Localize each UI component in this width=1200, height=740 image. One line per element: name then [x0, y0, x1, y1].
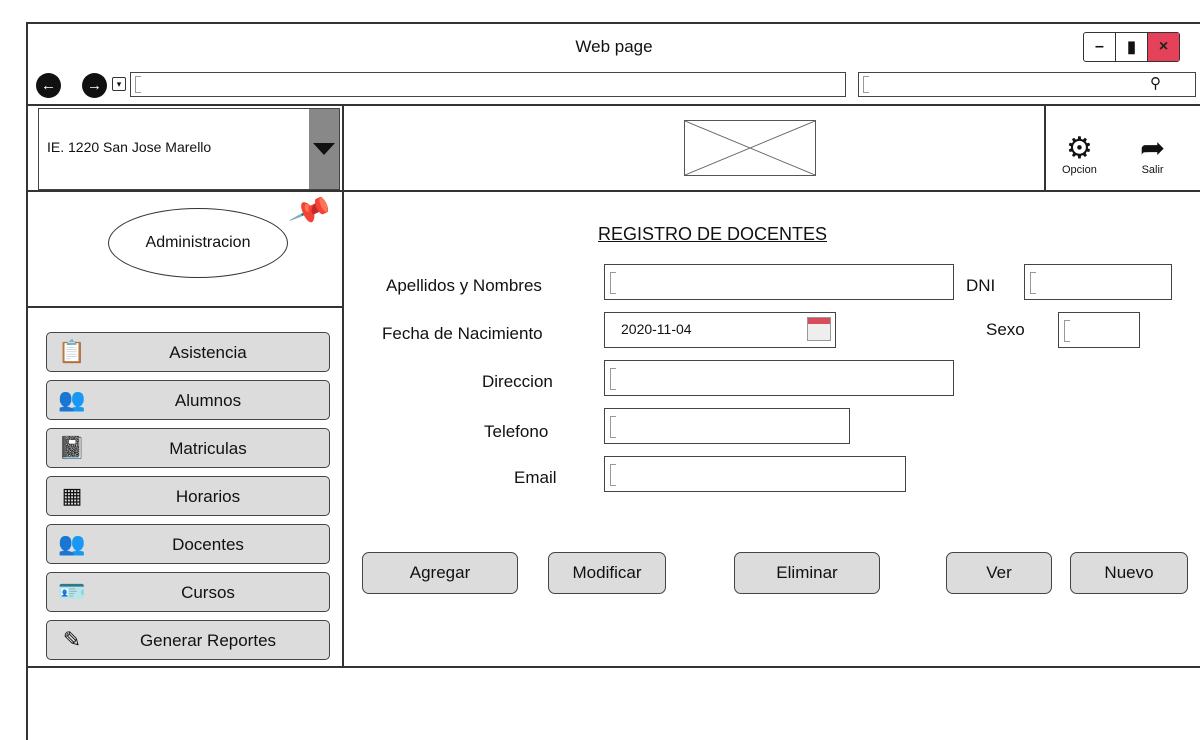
pin-icon[interactable]: 📌 — [287, 189, 334, 235]
sidebar-item-label: Cursos — [181, 583, 235, 602]
text-caret-icon — [1030, 272, 1036, 294]
nombres-label: Apellidos y Nombres — [386, 276, 542, 295]
search-input[interactable]: ⚲ — [858, 72, 1196, 97]
text-caret-icon — [135, 76, 141, 93]
header-divider — [1044, 104, 1046, 190]
minimize-button[interactable]: – — [1084, 33, 1116, 61]
telefono-input[interactable] — [604, 408, 850, 444]
email-input[interactable] — [604, 456, 906, 492]
school-select[interactable]: IE. 1220 San Jose Marello — [38, 108, 340, 190]
divider — [28, 306, 342, 308]
restore-button[interactable]: ▮ — [1116, 33, 1148, 61]
dni-label: DNI — [966, 276, 996, 295]
sidebar-item-label: Matriculas — [169, 439, 247, 458]
sidebar-item-docentes[interactable]: 👥 Docentes — [46, 524, 330, 564]
image-placeholder — [684, 120, 816, 176]
sidebar-item-label: Generar Reportes — [139, 631, 277, 650]
users-group-icon: 👥 — [58, 387, 86, 412]
fecha-label: Fecha de Nacimiento — [382, 324, 543, 343]
notebook-icon: 📓 — [58, 435, 86, 460]
sidebar-item-alumnos[interactable]: 👥 Alumnos — [46, 380, 330, 420]
divider — [28, 190, 1200, 192]
sidebar-item-matriculas[interactable]: 📓 Matriculas — [46, 428, 330, 468]
sidebar-item-horarios[interactable]: ▦ Horarios — [46, 476, 330, 516]
history-dropdown-icon[interactable]: ▾ — [112, 77, 126, 91]
clipboard-icon: 📋 — [58, 339, 86, 364]
dni-input[interactable] — [1024, 264, 1172, 300]
opcion-label: Opcion — [1062, 164, 1097, 176]
direccion-input[interactable] — [604, 360, 954, 396]
sexo-input[interactable] — [1058, 312, 1140, 348]
window-controls: – ▮ × — [1083, 32, 1180, 62]
gear-icon: ⚙ — [1065, 132, 1093, 165]
sidebar-item-label: Alumnos — [174, 391, 242, 410]
address-bar: ← → ▾ ⚲ — [28, 70, 1200, 102]
fecha-date-picker[interactable]: 2020-11-04 — [604, 312, 836, 348]
divider — [28, 666, 1200, 668]
modificar-button[interactable]: Modificar — [548, 552, 666, 594]
admin-section-label: Administracion — [108, 208, 288, 278]
telefono-label: Telefono — [484, 422, 549, 441]
sidebar-item-generar-reportes[interactable]: ✎ Generar Reportes — [46, 620, 330, 660]
text-caret-icon — [610, 368, 616, 390]
table-icon: ▦ — [61, 483, 83, 508]
close-button[interactable]: × — [1148, 33, 1179, 61]
eliminar-button[interactable]: Eliminar — [734, 552, 880, 594]
nombres-input[interactable] — [604, 264, 954, 300]
ver-button[interactable]: Ver — [946, 552, 1052, 594]
sidebar-item-label: Docentes — [172, 535, 244, 554]
school-select-value: IE. 1220 San Jose Marello — [47, 139, 212, 155]
email-label: Email — [514, 468, 557, 487]
teachers-icon: 👥 — [58, 531, 86, 556]
browser-window: Web page – ▮ × ← → ▾ ⚲ IE. 1220 San Jose… — [26, 22, 1200, 740]
text-caret-icon — [610, 272, 616, 294]
salir-button[interactable]: ➦ Salir — [1140, 132, 1166, 177]
calendar-icon[interactable] — [807, 317, 831, 341]
sexo-label: Sexo — [986, 320, 1025, 339]
window-title: Web page — [575, 37, 653, 56]
agregar-button[interactable]: Agregar — [362, 552, 518, 594]
search-icon[interactable]: ⚲ — [1150, 74, 1161, 92]
back-icon[interactable]: ← — [36, 73, 61, 98]
sidebar-item-cursos[interactable]: 🪪 Cursos — [46, 572, 330, 612]
forward-icon[interactable]: → — [82, 73, 107, 98]
sidebar-item-label: Horarios — [175, 487, 241, 506]
chevron-down-icon[interactable] — [309, 109, 339, 189]
sidebar-item-asistencia[interactable]: 📋 Asistencia — [46, 332, 330, 372]
share-exit-icon: ➦ — [1140, 132, 1166, 165]
text-caret-icon — [863, 76, 869, 93]
salir-label: Salir — [1141, 164, 1164, 176]
divider — [28, 104, 1200, 106]
title-bar: Web page – ▮ × — [28, 24, 1200, 70]
edit-report-icon: ✎ — [62, 627, 82, 652]
form-title: REGISTRO DE DOCENTES — [598, 224, 828, 244]
direccion-label: Direccion — [482, 372, 553, 391]
text-caret-icon — [610, 464, 616, 486]
nuevo-button[interactable]: Nuevo — [1070, 552, 1188, 594]
fecha-value: 2020-11-04 — [621, 321, 692, 337]
id-card-icon: 🪪 — [58, 579, 86, 604]
sidebar-divider — [342, 104, 344, 668]
sidebar-item-label: Asistencia — [169, 343, 247, 362]
opcion-button[interactable]: ⚙ Opcion — [1062, 132, 1097, 177]
text-caret-icon — [1064, 320, 1070, 342]
url-input[interactable] — [130, 72, 846, 97]
text-caret-icon — [610, 416, 616, 438]
